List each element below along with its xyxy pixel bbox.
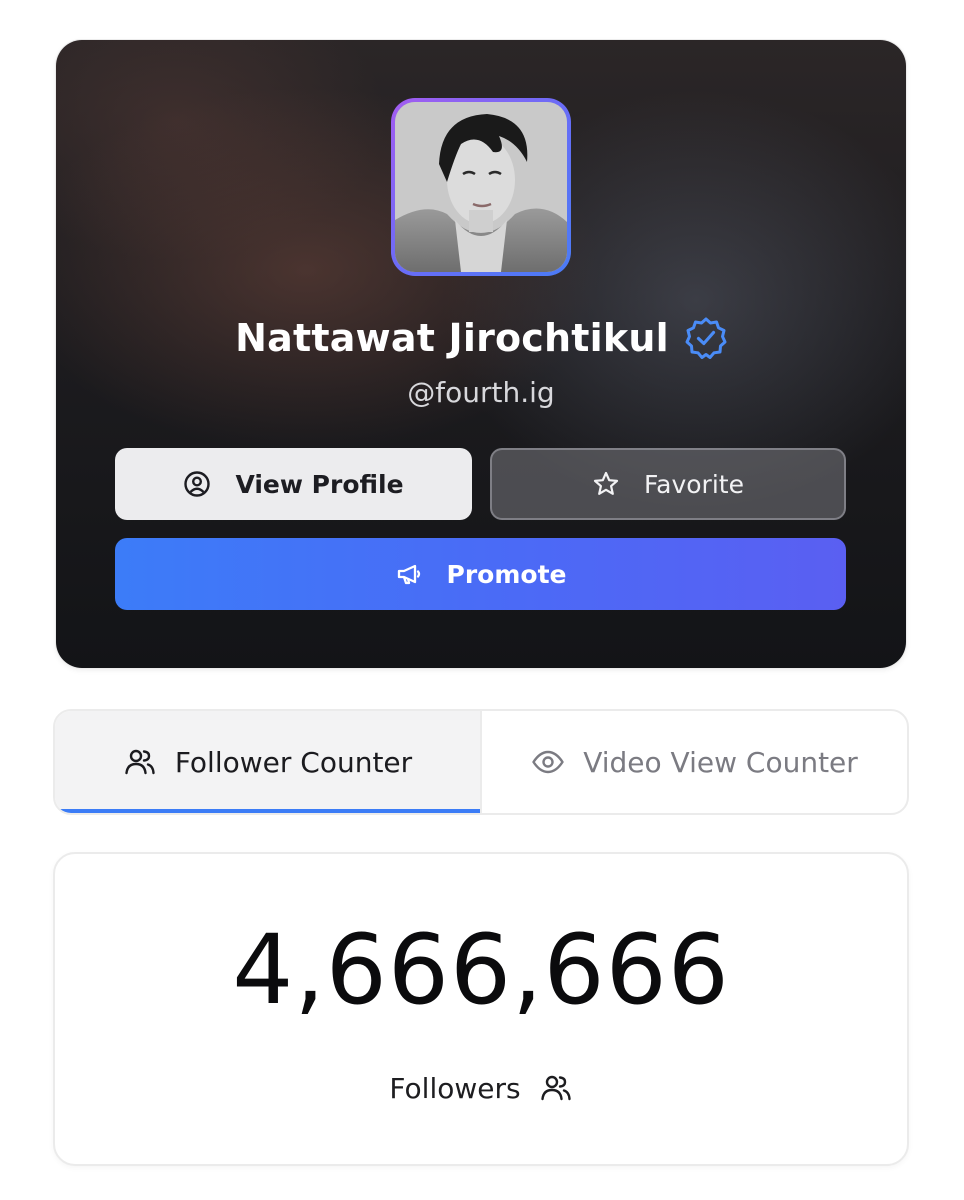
favorite-label: Favorite — [644, 469, 744, 499]
promote-label: Promote — [446, 559, 567, 589]
profile-name-row: Nattawat Jirochtikul — [56, 310, 906, 366]
follower-count-label-row: Followers — [55, 1064, 907, 1112]
tab-follower-counter-label: Follower Counter — [174, 745, 413, 779]
follower-counter-card: 4,666,666 Followers — [53, 852, 909, 1166]
profile-photo — [395, 102, 567, 272]
profile-card: Nattawat Jirochtikul @fourth.ig View Pro… — [56, 40, 906, 668]
tab-video-view-counter[interactable]: Video View Counter — [480, 711, 907, 813]
star-icon — [592, 470, 620, 498]
profile-name: Nattawat Jirochtikul — [235, 316, 669, 360]
tab-video-view-counter-label: Video View Counter — [583, 745, 858, 779]
megaphone-icon — [395, 560, 423, 588]
tab-follower-counter[interactable]: Follower Counter — [55, 711, 480, 813]
counter-tabs: Follower Counter Video View Counter — [53, 709, 909, 815]
promote-button[interactable]: Promote — [115, 538, 846, 610]
profile-handle: @fourth.ig — [407, 376, 555, 409]
avatar[interactable] — [391, 98, 571, 276]
view-profile-label: View Profile — [235, 469, 404, 499]
profile-photo-icon — [395, 102, 567, 272]
follower-count-label: Followers — [389, 1071, 521, 1105]
view-profile-button[interactable]: View Profile — [115, 448, 472, 520]
follower-count: 4,666,666 — [232, 914, 730, 1026]
favorite-button[interactable]: Favorite — [490, 448, 846, 520]
user-circle-icon — [183, 470, 211, 498]
verified-badge-icon — [685, 317, 727, 359]
users-icon — [539, 1071, 573, 1105]
eye-icon — [531, 745, 565, 779]
users-icon — [123, 745, 157, 779]
